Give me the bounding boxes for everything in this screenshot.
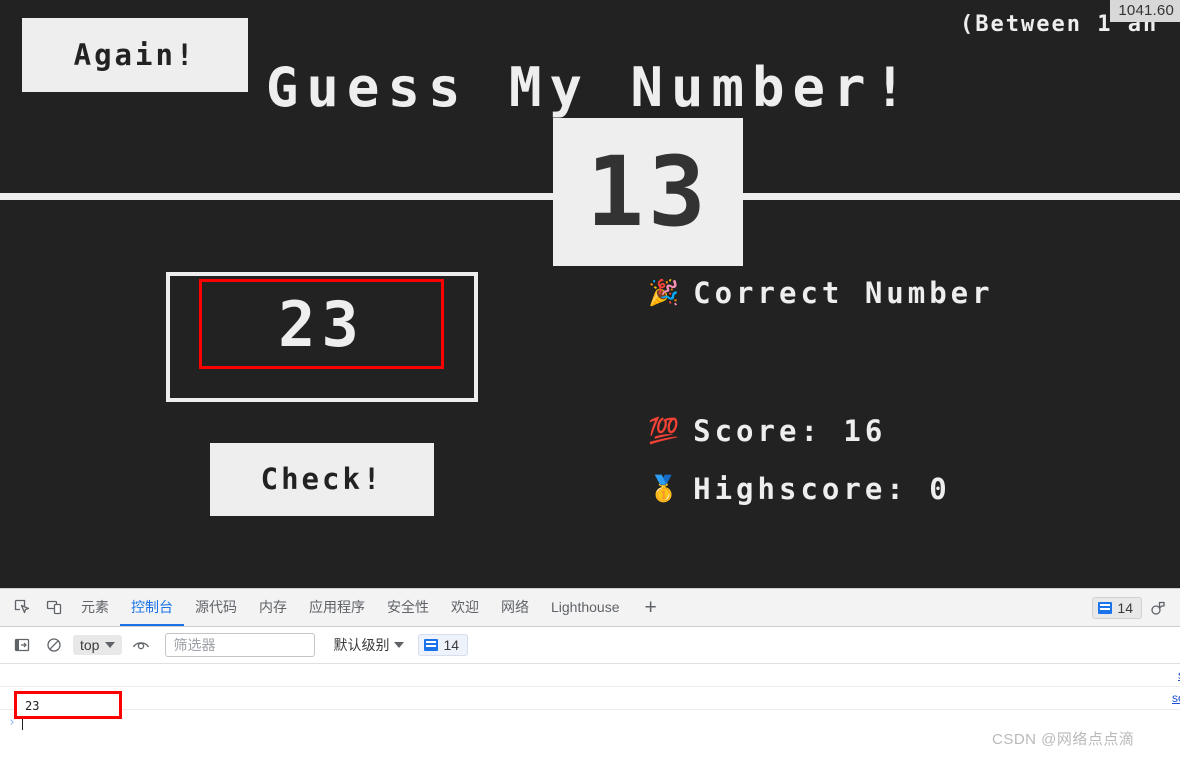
chevron-down-icon <box>105 642 116 648</box>
party-popper-icon: 🎉 <box>648 278 680 307</box>
log-level-value: 默认级别 <box>333 637 390 653</box>
tab-network[interactable]: 网络 <box>490 589 540 626</box>
devtools-tabbar: 元素 控制台 源代码 内存 应用程序 安全性 欢迎 网络 Lighthouse … <box>0 589 1180 627</box>
console-row[interactable]: 23 sc <box>0 687 1180 710</box>
guess-input[interactable] <box>199 279 444 369</box>
console-message-count-badge[interactable]: 14 <box>418 634 469 656</box>
game-message-text: Correct Number <box>693 276 994 310</box>
console-row[interactable]: s <box>0 664 1180 687</box>
tab-welcome[interactable]: 欢迎 <box>440 589 490 626</box>
check-button[interactable]: Check! <box>210 443 434 516</box>
add-panel-button[interactable]: + <box>631 593 671 623</box>
hundred-points-icon: 💯 <box>648 416 680 445</box>
execution-context-value: top <box>80 637 100 653</box>
highlighted-console-value: 23 <box>14 691 122 719</box>
highlighted-console-value-text: 23 <box>25 699 40 713</box>
devtools-settings-icon[interactable] <box>1144 594 1172 622</box>
console-message-count-value: 14 <box>443 637 460 653</box>
tab-sources[interactable]: 源代码 <box>184 589 248 626</box>
score-row: 💯 Score: 16 <box>648 412 886 448</box>
devtools-tabbar-right: 14 <box>1092 594 1180 622</box>
device-toolbar-icon[interactable] <box>40 594 68 622</box>
tab-elements[interactable]: 元素 <box>70 589 120 626</box>
game-viewport: Again! Guess My Number! (Between 1 an 13… <box>0 0 1180 588</box>
console-output: s 23 sc › <box>0 664 1180 734</box>
message-count-value: 14 <box>1117 599 1133 616</box>
tab-memory[interactable]: 内存 <box>248 589 298 626</box>
secret-number-display: 13 <box>553 118 743 266</box>
highscore-label: Highscore: 0 <box>693 472 951 506</box>
message-count-badge[interactable]: 14 <box>1092 596 1142 619</box>
highscore-row: 🥇 Highscore: 0 <box>648 470 951 506</box>
tab-console[interactable]: 控制台 <box>120 589 184 626</box>
execution-context-select[interactable]: top <box>73 635 123 655</box>
game-message: 🎉 Correct Number <box>648 274 994 310</box>
element-size-tooltip: 1041.60 <box>1110 0 1180 22</box>
message-icon <box>1098 601 1113 614</box>
tab-security[interactable]: 安全性 <box>376 589 440 626</box>
console-source-link[interactable]: sc <box>1172 691 1180 705</box>
live-expression-icon[interactable] <box>127 631 155 659</box>
log-level-select[interactable]: 默认级别 <box>333 635 405 655</box>
chevron-down-icon <box>394 642 405 648</box>
console-sidebar-toggle-icon[interactable] <box>8 631 36 659</box>
gold-medal-icon: 🥇 <box>648 474 680 503</box>
inspect-element-icon[interactable] <box>8 594 36 622</box>
console-toolbar: top 默认级别 14 <box>0 627 1180 664</box>
tab-lighthouse[interactable]: Lighthouse <box>540 589 631 626</box>
message-icon <box>424 639 439 651</box>
watermark: CSDN @网络点点滴 <box>992 731 1135 748</box>
score-label: Score: 16 <box>693 414 887 448</box>
clear-console-icon[interactable] <box>40 631 68 659</box>
tab-application[interactable]: 应用程序 <box>298 589 376 626</box>
again-button[interactable]: Again! <box>22 18 248 92</box>
console-filter-input[interactable] <box>165 633 316 657</box>
